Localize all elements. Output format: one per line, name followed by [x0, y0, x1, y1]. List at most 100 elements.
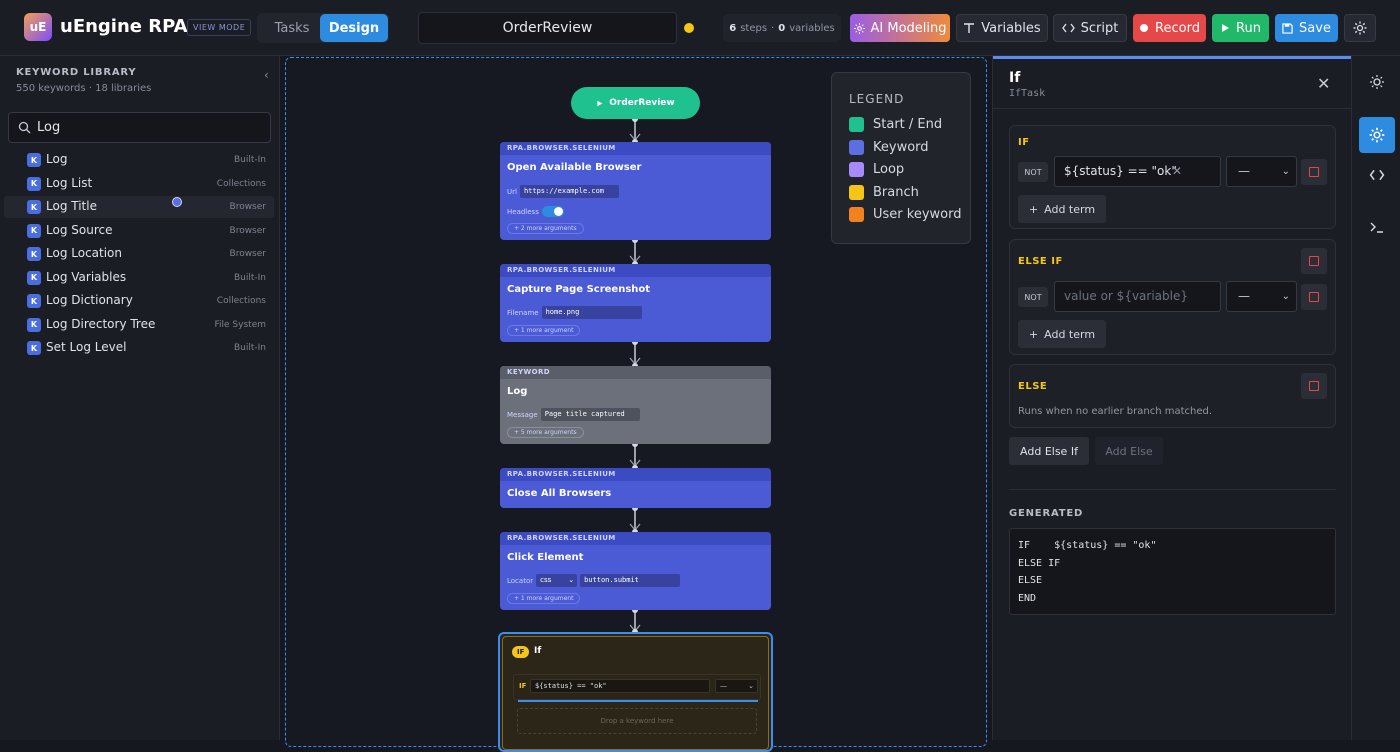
arg-input[interactable]: https://example.com: [519, 185, 619, 198]
delete-term-button[interactable]: [1301, 284, 1327, 310]
ai-modeling-button[interactable]: AI Modeling: [850, 14, 950, 42]
properties-tab-button[interactable]: [1359, 117, 1395, 153]
tab-design[interactable]: Design: [320, 14, 388, 42]
if-node-body: IF If IF ${status} == "ok" — ⌄ Drop a key…: [502, 636, 769, 750]
plus-icon: +: [1028, 202, 1039, 216]
keyword-library: Built-In: [233, 155, 266, 165]
if-badge: IF: [512, 646, 530, 658]
headless-toggle[interactable]: [541, 206, 564, 217]
add-term-label: Add term: [1044, 202, 1096, 216]
if-condition-value: ${status} == "ok": [1064, 164, 1177, 178]
more-arguments-button[interactable]: + 1 more argument: [507, 593, 581, 604]
add-term-button[interactable]: + Add term: [1018, 320, 1106, 348]
flow-stats: 6 steps · 0 variables: [723, 14, 841, 42]
add-else-button[interactable]: Add Else: [1095, 437, 1163, 465]
not-toggle[interactable]: NOT: [1018, 287, 1048, 307]
delete-branch-button[interactable]: [1301, 248, 1327, 274]
operator-value: —: [1238, 164, 1250, 178]
keyword-item-log-title[interactable]: K Log Title Browser: [4, 196, 274, 218]
arg-input[interactable]: button.submit: [580, 574, 681, 587]
if-cond-input[interactable]: ${status} == "ok": [530, 679, 710, 693]
keyword-badge: K: [27, 294, 41, 308]
add-term-button[interactable]: + Add term: [1018, 195, 1106, 223]
if-node-title: If: [534, 646, 542, 656]
save-button[interactable]: Save: [1275, 14, 1338, 42]
more-arguments-button[interactable]: + 5 more arguments: [507, 427, 584, 438]
steps-count: 6: [729, 22, 737, 34]
if-condition-input[interactable]: ${status} == "ok" ✕: [1054, 156, 1221, 187]
collapse-chevron-icon[interactable]: ‹: [264, 68, 269, 82]
keyword-badge: K: [27, 200, 41, 214]
record-button[interactable]: Record: [1133, 14, 1206, 42]
start-node-label: OrderReview: [609, 98, 675, 108]
operator-select[interactable]: — ⌄: [1226, 156, 1297, 187]
theme-toggle-button[interactable]: [1359, 64, 1395, 100]
operator-select[interactable]: — ⌄: [1226, 281, 1297, 312]
keyword-item-log-list[interactable]: K Log List Collections: [4, 173, 274, 195]
else-branch-label: ELSE: [1018, 381, 1048, 392]
not-toggle[interactable]: NOT: [1018, 162, 1048, 182]
variables-label: variables: [789, 22, 835, 34]
arg-label: Message: [507, 410, 538, 419]
keyword-item-log-location[interactable]: K Log Location Browser: [4, 243, 274, 265]
keyword-badge: K: [27, 223, 41, 238]
inspector-accent-bar: [993, 56, 1352, 59]
plus-icon: +: [1028, 327, 1039, 341]
flow-node-click-element[interactable]: RPA.BROWSER.SELENIUM Click Element Locat…: [500, 532, 771, 610]
close-icon[interactable]: ✕: [1317, 74, 1330, 93]
node-arg-filename: Filename home.png: [507, 306, 642, 319]
keyword-item-log[interactable]: K Log Built-In: [4, 149, 274, 171]
code-view-button[interactable]: [1359, 157, 1395, 193]
keyword-item-log-dictionary[interactable]: K Log Dictionary Collections: [4, 290, 274, 312]
start-node[interactable]: OrderReview: [571, 87, 700, 119]
code-icon: [1061, 23, 1075, 33]
arg-label: Headless: [507, 207, 539, 216]
gear-icon: [1369, 127, 1385, 143]
legend-item: Branch: [849, 185, 919, 200]
node-library: RPA.BROWSER.SELENIUM: [500, 532, 771, 545]
keyword-badge: K: [27, 176, 41, 191]
flow-node-log[interactable]: KEYWORD Log Message Page title captured +…: [500, 366, 771, 444]
else-note: Runs when no earlier branch matched.: [1018, 406, 1213, 417]
flow-node-open-available-browser[interactable]: RPA.BROWSER.SELENIUM Open Available Brow…: [500, 142, 771, 240]
legend: LEGEND Start / End Keyword Loop Branch U…: [831, 72, 971, 244]
save-button-label: Save: [1299, 20, 1331, 36]
variables-button[interactable]: Variables: [956, 14, 1048, 42]
document-name-field[interactable]: OrderReview: [418, 12, 677, 44]
keyword-item-log-variables[interactable]: K Log Variables Built-In: [4, 267, 274, 289]
gear-icon: [1353, 21, 1367, 35]
keyword-badge: K: [27, 341, 41, 355]
legend-swatch: [849, 117, 864, 132]
more-arguments-button[interactable]: + 1 more argument: [507, 325, 581, 336]
if-op-select[interactable]: — ⌄: [715, 679, 758, 693]
terminal-button[interactable]: [1359, 209, 1395, 245]
delete-branch-button[interactable]: [1301, 373, 1327, 399]
keyword-item-log-source[interactable]: K Log Source Browser: [4, 220, 274, 242]
search-icon: [18, 121, 31, 134]
flow-node-capture-page-screenshot[interactable]: RPA.BROWSER.SELENIUM Capture Page Screen…: [500, 264, 771, 342]
script-button[interactable]: Script: [1053, 14, 1127, 42]
else-branch-block: ELSE Runs when no earlier branch matched…: [1009, 364, 1336, 428]
legend-label: Loop: [873, 162, 905, 177]
run-button[interactable]: Run: [1212, 14, 1269, 42]
if-cond-label: IF: [519, 682, 527, 690]
keyword-library: File System: [214, 319, 266, 330]
library-search-input[interactable]: Log: [8, 112, 271, 143]
add-else-if-button[interactable]: Add Else If: [1009, 437, 1089, 465]
tab-tasks[interactable]: Tasks: [263, 17, 321, 39]
keyword-item-log-directory-tree[interactable]: K Log Directory Tree File System: [4, 314, 274, 336]
arg-input[interactable]: Page title captured: [540, 408, 640, 421]
locator-strategy-select[interactable]: css ⌄: [536, 574, 578, 587]
arg-input[interactable]: home.png: [541, 306, 642, 319]
flow-node-if[interactable]: IF If IF ${status} == "ok" — ⌄ Drop a key…: [498, 632, 773, 752]
clear-icon[interactable]: ✕: [1172, 157, 1182, 186]
settings-button[interactable]: [1344, 14, 1376, 42]
elseif-condition-input[interactable]: value or ${variable}: [1054, 281, 1221, 312]
keyword-item-set-log-level[interactable]: K Set Log Level Built-In: [4, 337, 274, 359]
drop-zone[interactable]: Drop a keyword here: [517, 708, 757, 734]
view-mode-badge: VIEW MODE: [187, 19, 252, 36]
delete-term-button[interactable]: [1301, 159, 1327, 185]
more-arguments-button[interactable]: + 2 more arguments: [507, 223, 584, 234]
unsaved-indicator: [684, 23, 694, 33]
flow-node-close-all-browsers[interactable]: RPA.BROWSER.SELENIUM Close All Browsers: [500, 468, 771, 508]
